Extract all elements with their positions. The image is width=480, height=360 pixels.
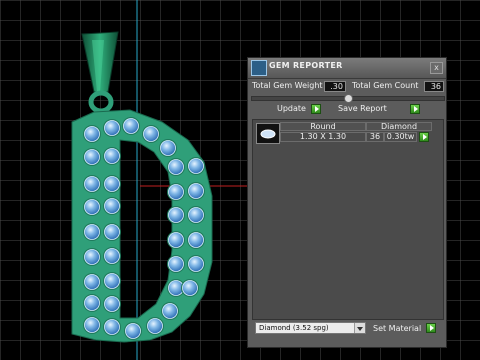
round-gem[interactable] (84, 176, 100, 192)
round-gem[interactable] (188, 207, 204, 223)
round-gem[interactable] (125, 323, 141, 339)
update-label: Update (277, 104, 306, 113)
round-gem[interactable] (104, 148, 120, 164)
round-gem[interactable] (188, 256, 204, 272)
total-gem-weight-label: Total Gem Weight (252, 81, 323, 90)
save-report-button[interactable] (410, 104, 420, 114)
panel-titlebar[interactable]: GEM REPORTER x (248, 58, 446, 79)
column-shape: Round (280, 122, 366, 131)
gem-size-cell[interactable]: 1.30 X 1.30 (280, 132, 366, 142)
gem-list[interactable]: Round Diamond 1.30 X 1.30 36 0.30tw (252, 119, 444, 320)
slider-knob[interactable] (344, 94, 353, 103)
round-gem[interactable] (104, 176, 120, 192)
round-gem[interactable] (104, 120, 120, 136)
round-gem[interactable] (84, 295, 100, 311)
round-gem[interactable] (188, 183, 204, 199)
round-gem[interactable] (168, 184, 184, 200)
round-gem[interactable] (143, 126, 159, 142)
close-icon[interactable]: x (430, 62, 443, 74)
round-gem[interactable] (84, 126, 100, 142)
gem-reporter-icon (251, 60, 267, 76)
round-gem[interactable] (168, 232, 184, 248)
round-gem[interactable] (162, 303, 178, 319)
chevron-down-icon[interactable] (354, 323, 365, 333)
round-gem[interactable] (84, 199, 100, 215)
round-gem[interactable] (84, 274, 100, 290)
round-gem[interactable] (147, 318, 163, 334)
round-gem[interactable] (104, 319, 120, 335)
total-gem-count-field: 36 (424, 81, 444, 92)
gem-thumbnail (256, 123, 280, 144)
round-gem[interactable] (104, 248, 120, 264)
save-report-label: Save Report (338, 104, 387, 113)
set-material-label: Set Material (373, 324, 422, 333)
round-gem[interactable] (188, 158, 204, 174)
round-gem[interactable] (84, 317, 100, 333)
round-gem[interactable] (84, 224, 100, 240)
set-material-button[interactable] (426, 323, 436, 333)
round-gem[interactable] (104, 273, 120, 289)
round-gem[interactable] (104, 224, 120, 240)
round-gem[interactable] (182, 280, 198, 296)
round-gem[interactable] (160, 140, 176, 156)
total-gem-count-label: Total Gem Count (352, 81, 419, 90)
round-gem[interactable] (84, 149, 100, 165)
gem-reporter-panel[interactable]: GEM REPORTER x Total Gem Weight .30 Tota… (247, 57, 447, 348)
round-gem[interactable] (168, 207, 184, 223)
round-gem[interactable] (84, 249, 100, 265)
gem-weight-cell[interactable]: 0.30tw (384, 132, 417, 142)
weight-slider[interactable] (251, 94, 445, 103)
material-select-value: Diamond (3.52 spg) (259, 324, 329, 332)
round-gem[interactable] (168, 159, 184, 175)
update-button[interactable] (311, 104, 321, 114)
material-select[interactable]: Diamond (3.52 spg) (255, 322, 366, 334)
row-select-button[interactable] (419, 132, 429, 142)
panel-title: GEM REPORTER (269, 61, 343, 70)
column-material: Diamond (366, 122, 432, 131)
round-gem[interactable] (104, 198, 120, 214)
gem-count-cell[interactable]: 36 (366, 132, 384, 142)
round-gem-icon (260, 129, 276, 139)
total-gem-weight-field: .30 (324, 81, 346, 92)
round-gem[interactable] (104, 296, 120, 312)
round-gem[interactable] (123, 118, 139, 134)
round-gem[interactable] (188, 232, 204, 248)
round-gem[interactable] (168, 256, 184, 272)
